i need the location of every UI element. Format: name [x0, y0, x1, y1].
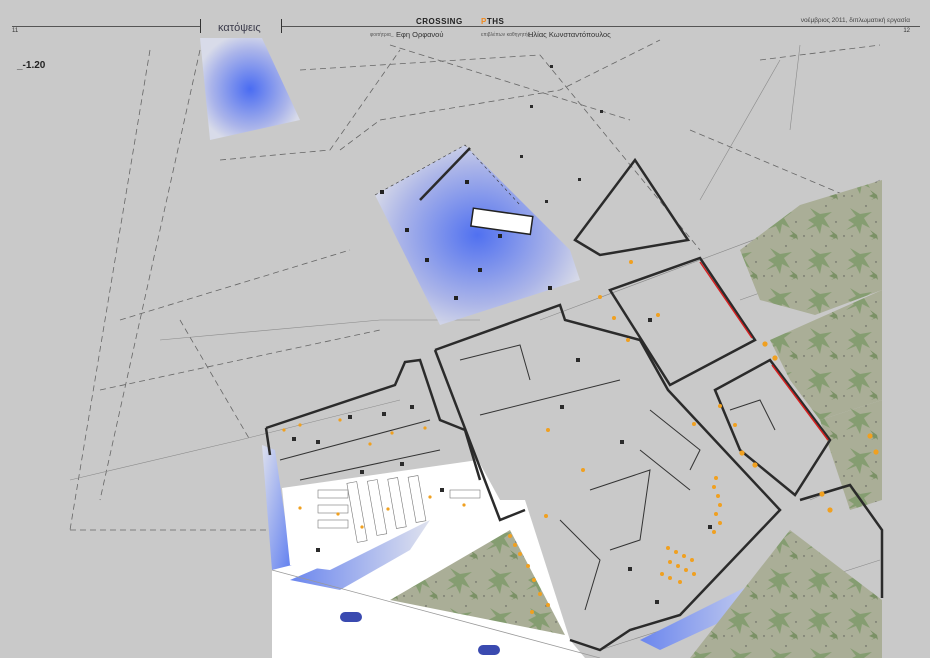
- red-edge-1: [699, 261, 753, 339]
- landscape-strip-4: [690, 530, 882, 658]
- skylight-court: [374, 144, 580, 325]
- parking-marker-1: [340, 612, 362, 622]
- landscape-strip-1: [740, 180, 882, 315]
- skylight-strip: [200, 38, 300, 140]
- floor-plan-drawing: [69, 38, 884, 658]
- parking-marker-2: [478, 645, 500, 655]
